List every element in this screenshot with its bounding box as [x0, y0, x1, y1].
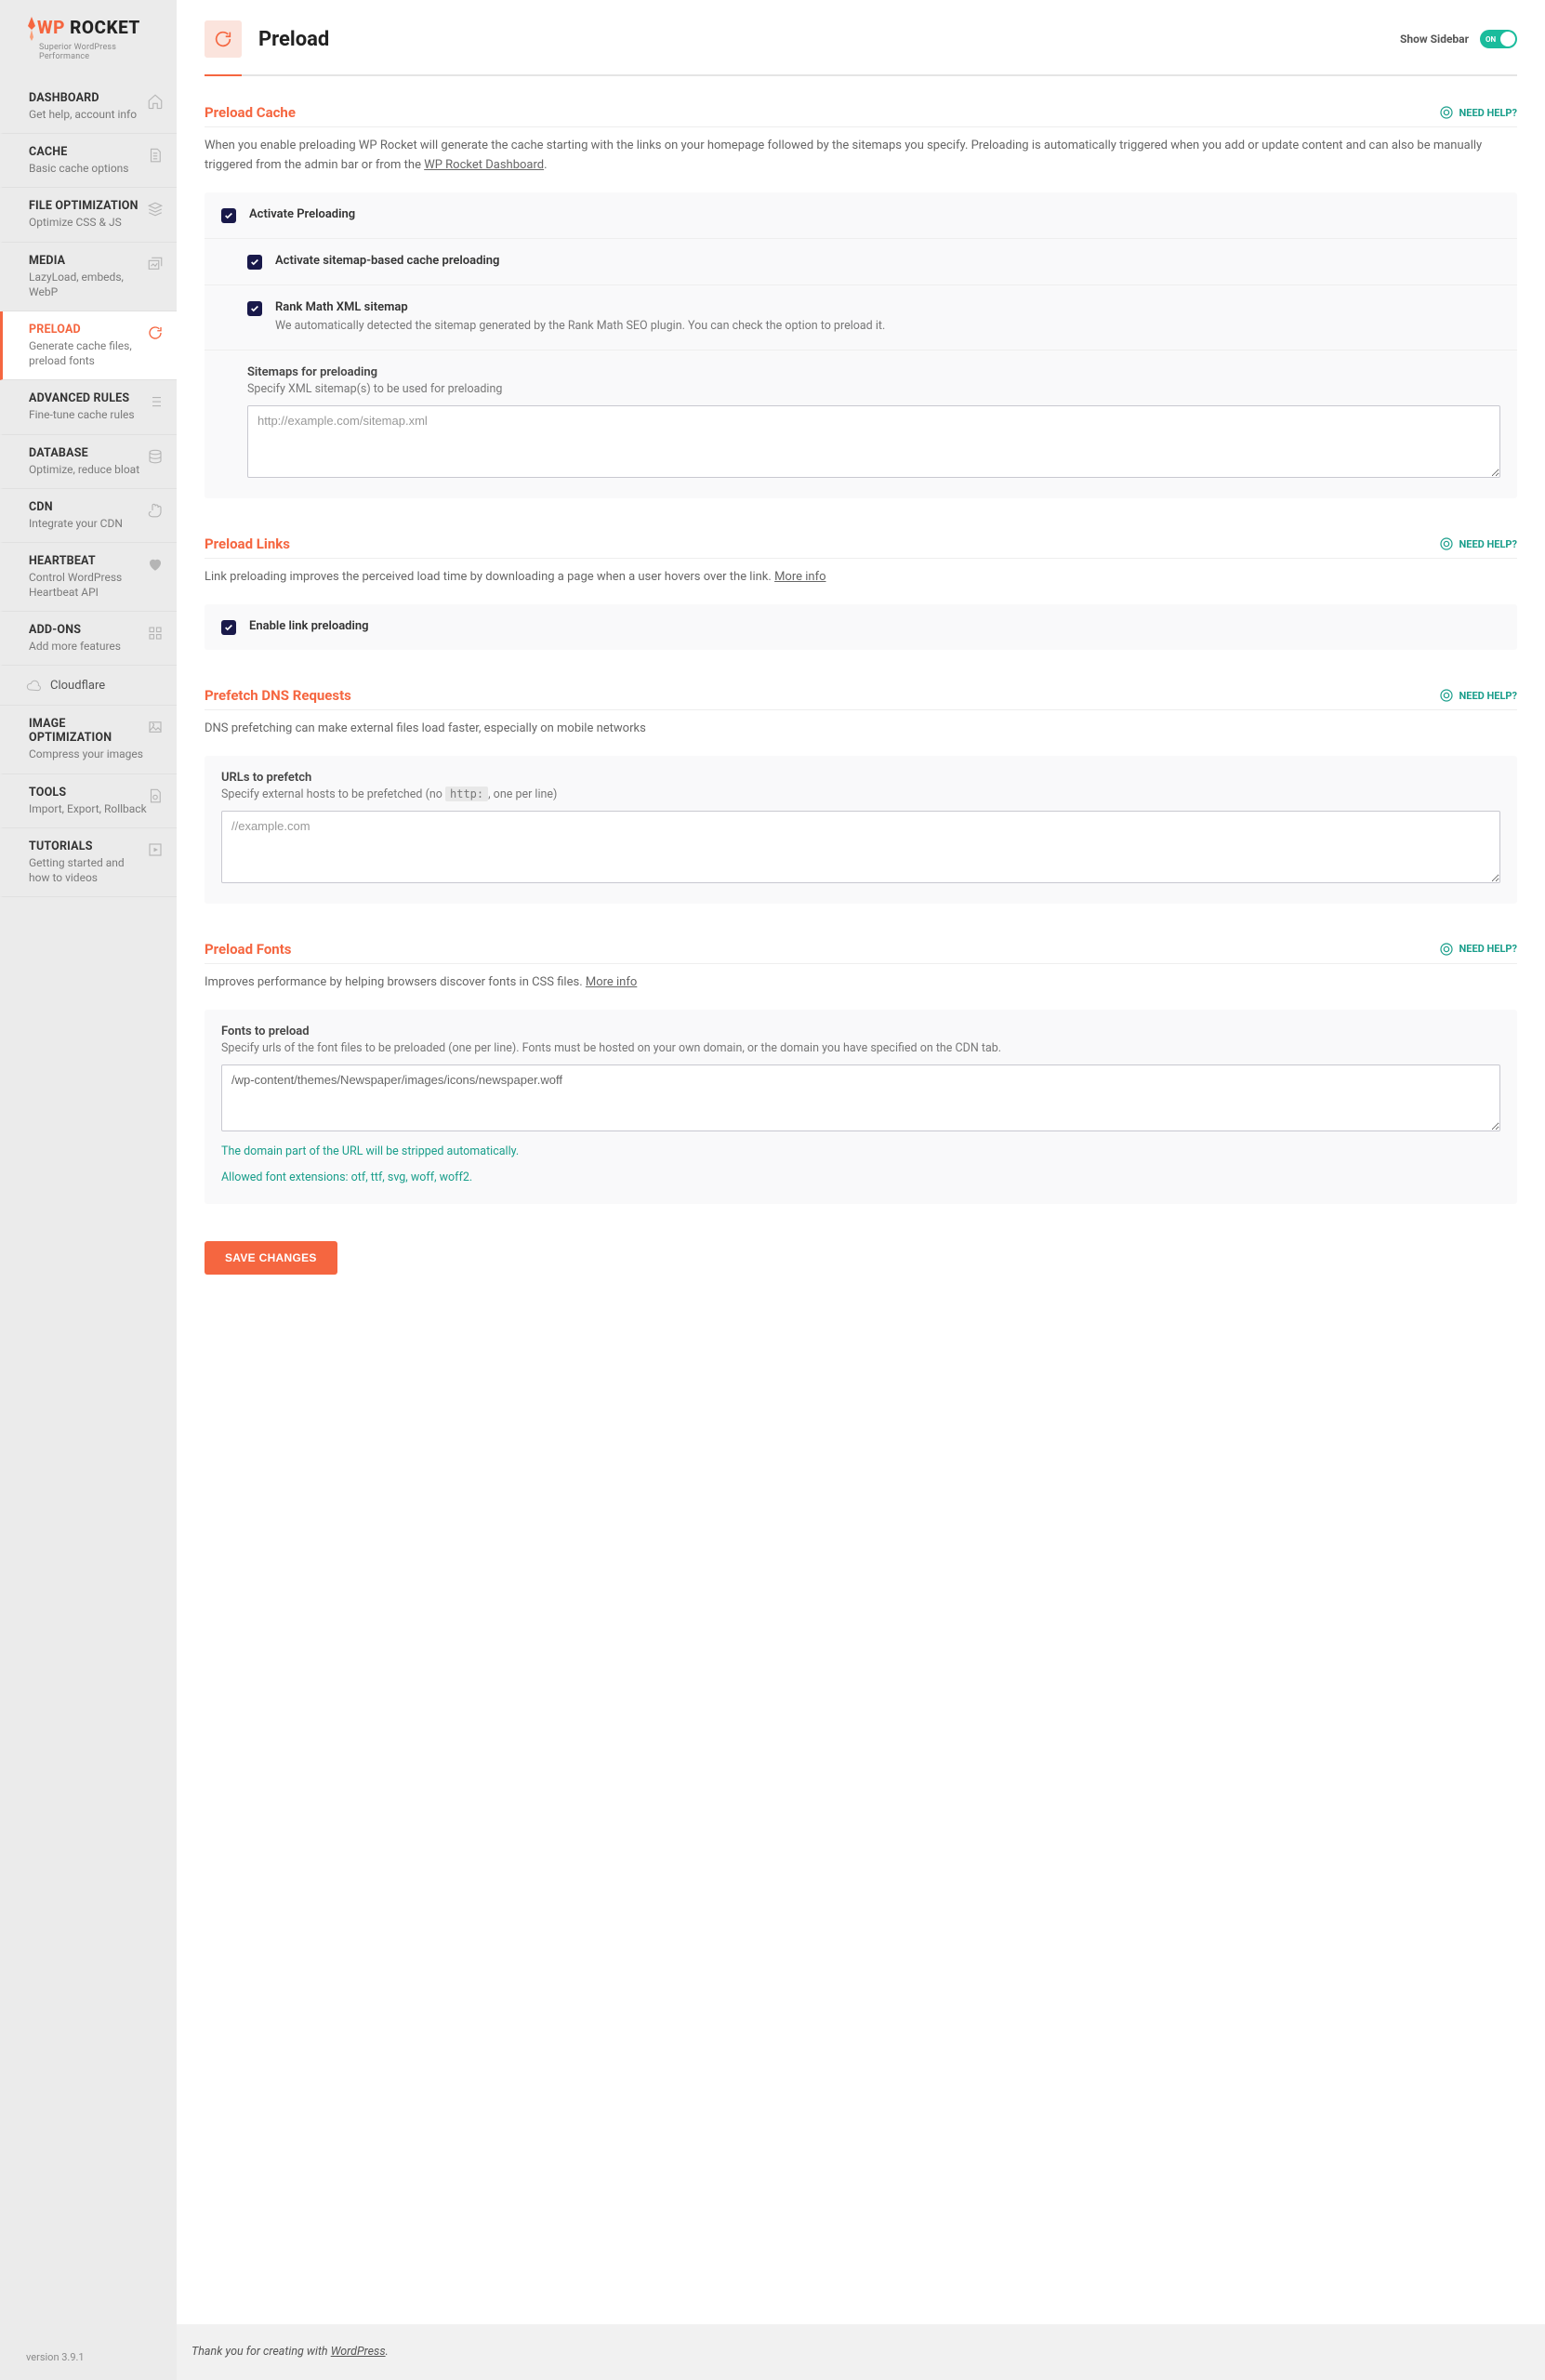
file-icon [147, 147, 164, 164]
section-description: DNS prefetching can make external files … [205, 720, 1517, 739]
logo: WP ROCKET Superior WordPress Performance [0, 0, 177, 80]
sidebar: WP ROCKET Superior WordPress Performance… [0, 0, 177, 2380]
section-prefetch-dns: Prefetch DNS Requests NEED HELP? DNS pre… [205, 687, 1517, 904]
help-icon [1439, 942, 1454, 957]
need-help-link[interactable]: NEED HELP? [1439, 688, 1518, 703]
cloudflare-label: Cloudflare [50, 679, 105, 693]
version-text: version 3.9.1 [0, 2334, 177, 2380]
sidebar-item-cloudflare[interactable]: Cloudflare [0, 666, 177, 706]
help-icon [1439, 536, 1454, 551]
db-icon [147, 448, 164, 465]
help-icon [1439, 688, 1454, 703]
section-preload-cache: Preload Cache NEED HELP? When you enable… [205, 104, 1517, 498]
opt-label: Activate Preloading [249, 207, 1500, 221]
field-desc: Specify external hosts to be prefetched … [221, 787, 1500, 801]
need-help-link[interactable]: NEED HELP? [1439, 536, 1518, 551]
cloud-icon [26, 679, 41, 694]
sidebar-item-cache[interactable]: CACHEBasic cache options [0, 134, 177, 188]
opt-label: Rank Math XML sitemap [275, 300, 1500, 314]
field-title: Fonts to preload [221, 1025, 1500, 1038]
opt-desc: We automatically detected the sitemap ge… [275, 318, 1500, 336]
hand-icon [147, 502, 164, 519]
page-title: Preload [258, 28, 329, 51]
home-icon [147, 93, 164, 110]
opt-label: Activate sitemap-based cache preloading [275, 254, 1500, 268]
sidebar-item-heartbeat[interactable]: HEARTBEATControl WordPress Heartbeat API [0, 543, 177, 612]
need-help-link[interactable]: NEED HELP? [1439, 942, 1518, 957]
page-icon-box [205, 20, 242, 58]
help-icon [1439, 105, 1454, 120]
section-title: Prefetch DNS Requests [205, 687, 351, 704]
section-description: Link preloading improves the perceived l… [205, 568, 1517, 588]
sidebar-item-image-optimization[interactable]: IMAGE OPTIMIZATIONCompress your images [0, 706, 177, 774]
section-preload-links: Preload Links NEED HELP? Link preloading… [205, 536, 1517, 650]
field-desc: Specify urls of the font files to be pre… [221, 1041, 1500, 1055]
sidebar-item-database[interactable]: DATABASEOptimize, reduce bloat [0, 435, 177, 489]
sidebar-item-tools[interactable]: TOOLSImport, Export, Rollback [0, 774, 177, 828]
footer-note: Thank you for creating with WordPress. [177, 2324, 1545, 2379]
section-description: When you enable preloading WP Rocket wil… [205, 137, 1517, 176]
wordpress-link[interactable]: WordPress [331, 2345, 386, 2359]
refresh-icon [213, 29, 233, 49]
section-description: Improves performance by helping browsers… [205, 973, 1517, 993]
check-icon [250, 304, 259, 313]
show-sidebar-toggle[interactable]: ON [1480, 30, 1517, 48]
sidebar-item-add-ons[interactable]: ADD-ONSAdd more features [0, 612, 177, 666]
list-icon [147, 393, 164, 410]
checkbox-rankmath-sitemap[interactable] [247, 301, 262, 316]
tab-underline [205, 74, 1517, 76]
field-title: URLs to prefetch [221, 771, 1500, 785]
image-icon [147, 719, 164, 735]
more-info-link[interactable]: More info [774, 570, 825, 584]
images-icon [147, 256, 164, 272]
opt-label: Enable link preloading [249, 619, 1500, 633]
stack-icon [147, 201, 164, 218]
hint-text: Allowed font extensions: otf, ttf, svg, … [221, 1169, 1500, 1187]
dashboard-link[interactable]: WP Rocket Dashboard [424, 158, 544, 172]
hint-text: The domain part of the URL will be strip… [221, 1143, 1500, 1161]
save-changes-button[interactable]: SAVE CHANGES [205, 1241, 337, 1275]
sitemaps-textarea[interactable] [247, 405, 1500, 478]
fonts-textarea[interactable] [221, 1064, 1500, 1131]
sidebar-item-tutorials[interactable]: TUTORIALSGetting started and how to vide… [0, 828, 177, 897]
main-content: Preload Show Sidebar ON Preload Cache [177, 0, 1545, 2380]
check-icon [224, 211, 233, 220]
nav-primary: DASHBOARDGet help, account infoCACHEBasi… [0, 80, 177, 666]
nav-secondary: IMAGE OPTIMIZATIONCompress your imagesTO… [0, 706, 177, 897]
section-preload-fonts: Preload Fonts NEED HELP? Improves perfor… [205, 941, 1517, 1204]
prefetch-urls-textarea[interactable] [221, 811, 1500, 883]
section-title: Preload Fonts [205, 941, 292, 958]
sidebar-item-file-optimization[interactable]: FILE OPTIMIZATIONOptimize CSS & JS [0, 188, 177, 242]
check-icon [250, 258, 259, 267]
gear-file-icon [147, 787, 164, 804]
show-sidebar-label: Show Sidebar [1400, 33, 1469, 46]
checkbox-sitemap-preloading[interactable] [247, 255, 262, 270]
play-icon [147, 841, 164, 858]
section-title: Preload Cache [205, 104, 296, 121]
field-title: Sitemaps for preloading [247, 365, 1500, 379]
sidebar-item-advanced-rules[interactable]: ADVANCED RULESFine-tune cache rules [0, 380, 177, 434]
refresh-icon [147, 324, 164, 341]
sidebar-item-cdn[interactable]: CDNIntegrate your CDN [0, 489, 177, 543]
sidebar-item-preload[interactable]: PRELOADGenerate cache files, preload fon… [0, 311, 177, 380]
sidebar-item-dashboard[interactable]: DASHBOARDGet help, account info [0, 80, 177, 134]
need-help-link[interactable]: NEED HELP? [1439, 105, 1518, 120]
more-info-link[interactable]: More info [586, 975, 637, 989]
sidebar-item-media[interactable]: MEDIALazyLoad, embeds, WebP [0, 243, 177, 311]
heart-icon [147, 556, 164, 573]
page-header: Preload Show Sidebar ON [177, 0, 1545, 58]
rocket-icon [26, 17, 37, 41]
checkbox-activate-preloading[interactable] [221, 208, 236, 223]
grid-icon [147, 625, 164, 641]
section-title: Preload Links [205, 536, 290, 552]
checkbox-enable-link-preloading[interactable] [221, 620, 236, 635]
field-desc: Specify XML sitemap(s) to be used for pr… [247, 382, 1500, 396]
check-icon [224, 623, 233, 632]
